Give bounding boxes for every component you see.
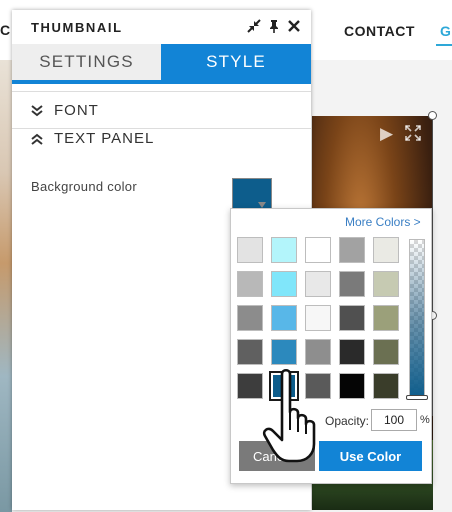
- collapse-icon[interactable]: [246, 18, 262, 34]
- color-swatch-option[interactable]: [271, 305, 297, 331]
- use-color-button[interactable]: Use Color: [319, 441, 422, 471]
- color-swatch-option[interactable]: [237, 373, 263, 399]
- more-colors-link[interactable]: More Colors >: [345, 215, 421, 229]
- section-font-label: FONT: [54, 102, 99, 119]
- section-text-panel-label: TEXT PANEL: [54, 130, 155, 147]
- background-color-swatch[interactable]: [232, 178, 272, 212]
- play-icon[interactable]: ▶: [380, 124, 393, 144]
- tab-active-underline: [12, 80, 311, 84]
- background-image-strip: [0, 60, 12, 512]
- opacity-slider-knob[interactable]: [406, 395, 428, 400]
- color-swatch-option[interactable]: [373, 305, 399, 331]
- color-swatch-option[interactable]: [237, 339, 263, 365]
- chevron-double-up-icon: [31, 133, 43, 145]
- chevron-double-down-icon: [31, 105, 43, 117]
- section-text-panel[interactable]: TEXT PANEL: [12, 120, 311, 158]
- nav-item-contact[interactable]: CONTACT: [344, 23, 415, 39]
- color-swatch-option[interactable]: [271, 271, 297, 297]
- color-swatch-option[interactable]: [305, 271, 331, 297]
- close-icon[interactable]: [286, 18, 302, 34]
- background-color-label: Background color: [31, 179, 137, 194]
- color-swatch-option[interactable]: [373, 373, 399, 399]
- nav-item-partial[interactable]: C: [0, 22, 10, 38]
- opacity-slider[interactable]: [409, 239, 425, 399]
- nav-item-partial-active[interactable]: G: [440, 23, 451, 39]
- color-swatch-option[interactable]: [339, 305, 365, 331]
- color-swatch-option[interactable]: [373, 339, 399, 365]
- opacity-input[interactable]: [371, 409, 417, 431]
- color-swatch-option[interactable]: [271, 237, 297, 263]
- color-swatch-option[interactable]: [339, 373, 365, 399]
- tab-settings[interactable]: SETTINGS: [12, 44, 161, 80]
- color-swatch-option[interactable]: [237, 271, 263, 297]
- hand-cursor-icon: [262, 368, 316, 463]
- color-swatch-option[interactable]: [305, 305, 331, 331]
- color-swatch-option[interactable]: [339, 237, 365, 263]
- tab-style[interactable]: STYLE: [161, 44, 311, 80]
- color-swatch-option[interactable]: [305, 339, 331, 365]
- color-picker-popup: More Colors > Opacity: % Cancel Use Colo…: [230, 208, 432, 484]
- panel-tabs: SETTINGS STYLE: [12, 44, 311, 90]
- pin-icon[interactable]: [266, 18, 282, 34]
- color-swatch-option[interactable]: [339, 271, 365, 297]
- nav-active-underline: [436, 44, 452, 46]
- color-swatch-option[interactable]: [305, 237, 331, 263]
- selection-border: [432, 116, 433, 416]
- color-swatch-option[interactable]: [237, 237, 263, 263]
- color-swatch-option[interactable]: [373, 237, 399, 263]
- fullscreen-icon[interactable]: [404, 124, 422, 142]
- color-swatch-option[interactable]: [237, 305, 263, 331]
- opacity-unit: %: [420, 414, 430, 426]
- resize-handle-top-right[interactable]: [428, 111, 437, 120]
- panel-header: THUMBNAIL: [12, 10, 311, 44]
- opacity-label: Opacity:: [325, 414, 370, 428]
- color-swatch-option[interactable]: [373, 271, 399, 297]
- color-swatch-option[interactable]: [339, 339, 365, 365]
- panel-title: THUMBNAIL: [31, 20, 123, 35]
- color-swatch-option[interactable]: [271, 339, 297, 365]
